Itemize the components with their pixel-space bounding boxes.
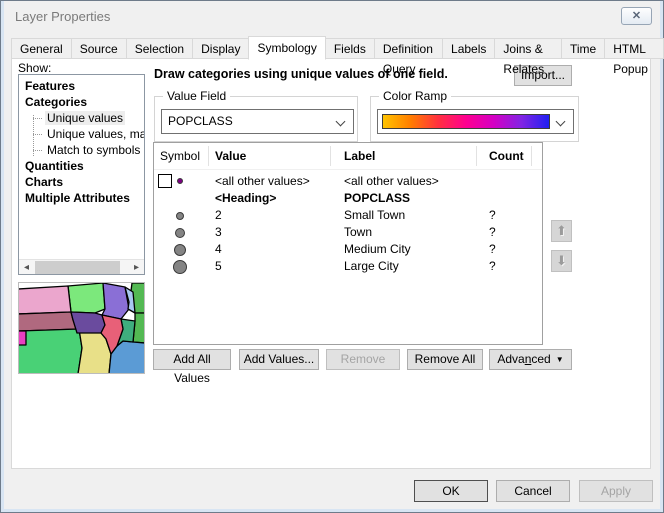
color-ramp-preview	[382, 114, 550, 129]
close-icon: ✕	[632, 10, 641, 22]
point-symbol-icon[interactable]	[175, 228, 185, 238]
renderer-tree: Features Categories Unique values Unique…	[18, 74, 145, 275]
scrollbar-thumb[interactable]	[35, 261, 120, 274]
value-field-group: Value Field POPCLASS	[154, 96, 358, 142]
column-header-label[interactable]: Label	[344, 143, 375, 169]
add-all-values-button[interactable]: Add All Values	[153, 349, 231, 370]
tree-item-categories[interactable]: Categories	[19, 94, 144, 110]
remove-all-button[interactable]: Remove All	[407, 349, 483, 370]
point-symbol-icon[interactable]	[177, 178, 183, 184]
point-symbol-icon[interactable]	[174, 244, 186, 256]
tree-item-multiple-attributes[interactable]: Multiple Attributes	[19, 190, 144, 206]
apply-button: Apply	[579, 480, 653, 502]
scroll-right-icon[interactable]: ▸	[129, 260, 144, 275]
show-label: Show:	[18, 61, 51, 75]
tab-symbology[interactable]: Symbology	[248, 36, 325, 60]
table-row-heading[interactable]: <Heading> POPCLASS	[154, 190, 542, 207]
tree-item-charts[interactable]: Charts	[19, 174, 144, 190]
tree-item-quantities[interactable]: Quantities	[19, 158, 144, 174]
tab-selection[interactable]: Selection	[126, 38, 193, 59]
tab-source[interactable]: Source	[71, 38, 127, 59]
tree-horizontal-scrollbar[interactable]: ◂ ▸	[19, 259, 144, 274]
scroll-left-icon[interactable]: ◂	[19, 260, 34, 275]
column-divider[interactable]	[531, 146, 532, 166]
close-button[interactable]: ✕	[621, 7, 652, 25]
header-divider	[154, 169, 542, 170]
tree-item-unique-values-many[interactable]: Unique values, many	[19, 126, 144, 142]
tab-joins-relates[interactable]: Joins & Relates	[494, 38, 562, 59]
tab-labels[interactable]: Labels	[442, 38, 495, 59]
map-preview-image	[19, 283, 144, 373]
tree-item-match-to-symbols[interactable]: Match to symbols in a	[19, 142, 144, 158]
symbology-tab-page: Show: Features Categories Unique values …	[11, 58, 651, 469]
tab-html-popup[interactable]: HTML Popup	[604, 38, 664, 59]
cancel-button[interactable]: Cancel	[496, 480, 570, 502]
ok-button[interactable]: OK	[414, 480, 488, 502]
column-header-value[interactable]: Value	[215, 143, 246, 169]
move-up-button[interactable]: ⬆	[551, 220, 572, 242]
all-other-values-checkbox[interactable]	[158, 174, 172, 188]
advanced-button[interactable]: Advanced▼	[489, 349, 572, 370]
tree-item-unique-values[interactable]: Unique values	[19, 110, 144, 126]
value-field-label: Value Field	[163, 89, 230, 103]
tab-general[interactable]: General	[11, 38, 72, 59]
tree-item-features[interactable]: Features	[19, 78, 144, 94]
color-ramp-label: Color Ramp	[379, 89, 451, 103]
column-header-count[interactable]: Count	[489, 143, 524, 169]
tab-definition-query[interactable]: Definition Query	[374, 38, 443, 59]
point-symbol-icon[interactable]	[173, 260, 187, 274]
remove-button: Remove	[326, 349, 400, 370]
table-row-small-town[interactable]: 2 Small Town ?	[154, 207, 542, 224]
color-ramp-dropdown[interactable]	[377, 109, 574, 134]
map-preview	[18, 282, 145, 374]
move-down-button[interactable]: ⬇	[551, 250, 572, 272]
color-ramp-group: Color Ramp	[370, 96, 579, 142]
tab-time[interactable]: Time	[561, 38, 605, 59]
tree-connector-line	[33, 115, 34, 156]
dropdown-arrow-icon: ▼	[556, 355, 564, 364]
value-field-dropdown[interactable]: POPCLASS	[161, 109, 354, 134]
table-row-medium-city[interactable]: 4 Medium City ?	[154, 241, 542, 258]
up-arrow-icon: ⬆	[556, 223, 567, 238]
chevron-down-icon	[556, 117, 566, 127]
tab-strip: General Source Selection Display Symbolo…	[11, 38, 663, 60]
tab-display[interactable]: Display	[192, 38, 249, 59]
down-arrow-icon: ⬇	[556, 253, 567, 268]
symbol-table[interactable]: Symbol Value Label Count <all other valu…	[153, 142, 543, 345]
table-row-town[interactable]: 3 Town ?	[154, 224, 542, 241]
value-field-selected: POPCLASS	[168, 114, 233, 128]
tab-fields[interactable]: Fields	[325, 38, 375, 59]
column-divider[interactable]	[208, 146, 209, 166]
chevron-down-icon	[336, 117, 346, 127]
table-row-all-other-values[interactable]: <all other values> <all other values>	[154, 173, 542, 190]
add-values-button[interactable]: Add Values...	[239, 349, 319, 370]
column-header-symbol[interactable]: Symbol	[160, 143, 200, 169]
title-bar[interactable]: Layer Properties ✕	[1, 1, 663, 31]
dialog-title: Layer Properties	[15, 9, 110, 24]
point-symbol-icon[interactable]	[176, 212, 184, 220]
layer-properties-dialog: Layer Properties ✕ General Source Select…	[0, 0, 664, 513]
column-divider[interactable]	[476, 146, 477, 166]
column-divider[interactable]	[330, 146, 331, 166]
table-row-large-city[interactable]: 5 Large City ?	[154, 258, 542, 275]
